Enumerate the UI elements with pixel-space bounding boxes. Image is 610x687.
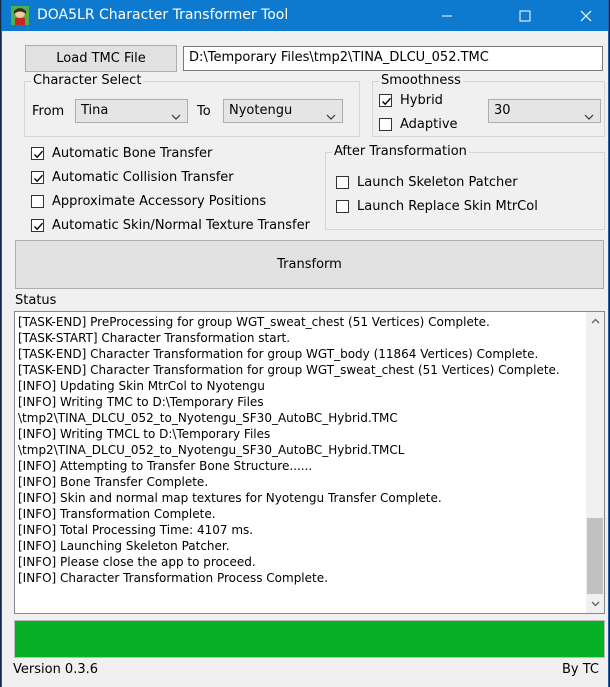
smoothness-title: Smoothness <box>379 73 463 89</box>
launch-skeleton-patcher-label: Launch Skeleton Patcher <box>357 174 518 190</box>
smoothness-value-select[interactable]: 30 <box>488 99 601 123</box>
status-log-line: [INFO] Transformation Complete. <box>18 507 216 521</box>
chevron-down-icon <box>326 107 336 120</box>
status-log-line: [TASK-END] PreProcessing for group WGT_s… <box>18 315 490 329</box>
to-label: To <box>197 104 211 119</box>
from-character-select[interactable]: Tina <box>75 99 188 123</box>
adaptive-label: Adaptive <box>400 116 458 132</box>
transform-button[interactable]: Transform <box>15 240 604 289</box>
status-log-line: [INFO] Total Processing Time: 4107 ms. <box>18 523 254 537</box>
automatic-texture-transfer-label: Automatic Skin/Normal Texture Transfer <box>52 217 310 233</box>
character-select-title: Character Select <box>31 73 144 89</box>
checkbox-checked-icon <box>31 146 44 160</box>
progress-bar <box>14 620 605 658</box>
scroll-down-icon[interactable] <box>586 595 604 613</box>
status-log-line: [INFO] Skin and normal map textures for … <box>18 491 442 505</box>
app-logo-icon <box>11 6 29 25</box>
file-path-field[interactable]: D:\Temporary Files\tmp2\TINA_DLCU_052.TM… <box>183 46 603 71</box>
after-transformation-group: After Transformation <box>325 144 605 230</box>
status-log[interactable]: [TASK-END] PreProcessing for group WGT_s… <box>14 311 605 614</box>
maximize-icon[interactable] <box>502 0 548 31</box>
checkbox-unchecked-icon <box>336 199 349 213</box>
launch-replace-skin-label: Launch Replace Skin MtrCol <box>357 198 538 214</box>
approximate-accessory-positions-label: Approximate Accessory Positions <box>52 193 267 209</box>
status-log-line: [INFO] Launching Skeleton Patcher. <box>18 539 230 553</box>
after-transformation-title: After Transformation <box>332 144 469 160</box>
status-log-line: [INFO] Bone Transfer Complete. <box>18 475 209 489</box>
to-character-value: Nyotengu <box>229 103 293 118</box>
from-label: From <box>32 104 65 119</box>
status-log-line: [INFO] Updating Skin MtrCol to Nyotengu <box>18 379 265 393</box>
checkbox-unchecked-icon <box>336 175 349 189</box>
status-log-line: [TASK-END] Character Transformation for … <box>18 347 539 361</box>
status-log-line: \tmp2\TINA_DLCU_052_to_Nyotengu_SF30_Aut… <box>18 443 405 457</box>
status-log-line: [INFO] Character Transformation Process … <box>18 571 328 585</box>
status-log-line: \tmp2\TINA_DLCU_052_to_Nyotengu_SF30_Aut… <box>18 411 398 425</box>
load-tmc-button[interactable]: Load TMC File <box>25 45 177 72</box>
status-log-lines: [TASK-END] PreProcessing for group WGT_s… <box>18 314 584 586</box>
status-log-line: [TASK-START] Character Transformation st… <box>18 331 291 345</box>
author-label: By TC <box>561 662 599 677</box>
checkbox-checked-icon <box>379 93 392 107</box>
launch-replace-skin-checkbox[interactable]: Launch Replace Skin MtrCol <box>336 197 538 215</box>
scroll-up-icon[interactable] <box>586 312 604 330</box>
chevron-down-icon <box>584 107 594 120</box>
hybrid-label: Hybrid <box>400 92 443 108</box>
smoothness-value: 30 <box>494 103 511 118</box>
status-log-line: [INFO] Writing TMC to D:\Temporary Files <box>18 395 264 409</box>
automatic-bone-transfer-checkbox[interactable]: Automatic Bone Transfer <box>31 144 212 162</box>
from-character-value: Tina <box>81 103 109 118</box>
status-log-line: [INFO] Writing TMCL to D:\Temporary File… <box>18 427 271 441</box>
launch-skeleton-patcher-checkbox[interactable]: Launch Skeleton Patcher <box>336 173 518 191</box>
status-label: Status <box>15 293 57 308</box>
title-bar[interactable]: DOA5LR Character Transformer Tool <box>2 0 608 31</box>
checkbox-checked-icon <box>31 170 44 184</box>
chevron-down-icon <box>171 107 181 120</box>
hybrid-checkbox[interactable]: Hybrid <box>379 91 443 109</box>
version-label: Version 0.3.6 <box>13 662 99 677</box>
status-log-scrollbar[interactable] <box>586 312 604 613</box>
automatic-collision-transfer-label: Automatic Collision Transfer <box>52 169 234 185</box>
automatic-collision-transfer-checkbox[interactable]: Automatic Collision Transfer <box>31 168 234 186</box>
window-title: DOA5LR Character Transformer Tool <box>37 7 289 23</box>
automatic-bone-transfer-label: Automatic Bone Transfer <box>52 145 213 161</box>
status-log-line: [INFO] Attempting to Transfer Bone Struc… <box>18 459 313 473</box>
progress-bar-fill <box>15 621 604 657</box>
status-log-line: [INFO] Please close the app to proceed. <box>18 555 256 569</box>
scrollbar-thumb[interactable] <box>587 518 603 594</box>
adaptive-checkbox[interactable]: Adaptive <box>379 115 458 133</box>
minimize-icon[interactable] <box>424 0 470 31</box>
app-window: DOA5LR Character Transformer Tool Load T… <box>1 0 609 687</box>
checkbox-checked-icon <box>31 218 44 232</box>
close-icon[interactable] <box>563 0 609 31</box>
checkbox-unchecked-icon <box>379 117 392 131</box>
approximate-accessory-positions-checkbox[interactable]: Approximate Accessory Positions <box>31 192 266 210</box>
to-character-select[interactable]: Nyotengu <box>223 99 343 123</box>
status-log-line: [TASK-END] Character Transformation for … <box>18 363 560 377</box>
checkbox-unchecked-icon <box>31 194 44 208</box>
automatic-texture-transfer-checkbox[interactable]: Automatic Skin/Normal Texture Transfer <box>31 216 310 234</box>
